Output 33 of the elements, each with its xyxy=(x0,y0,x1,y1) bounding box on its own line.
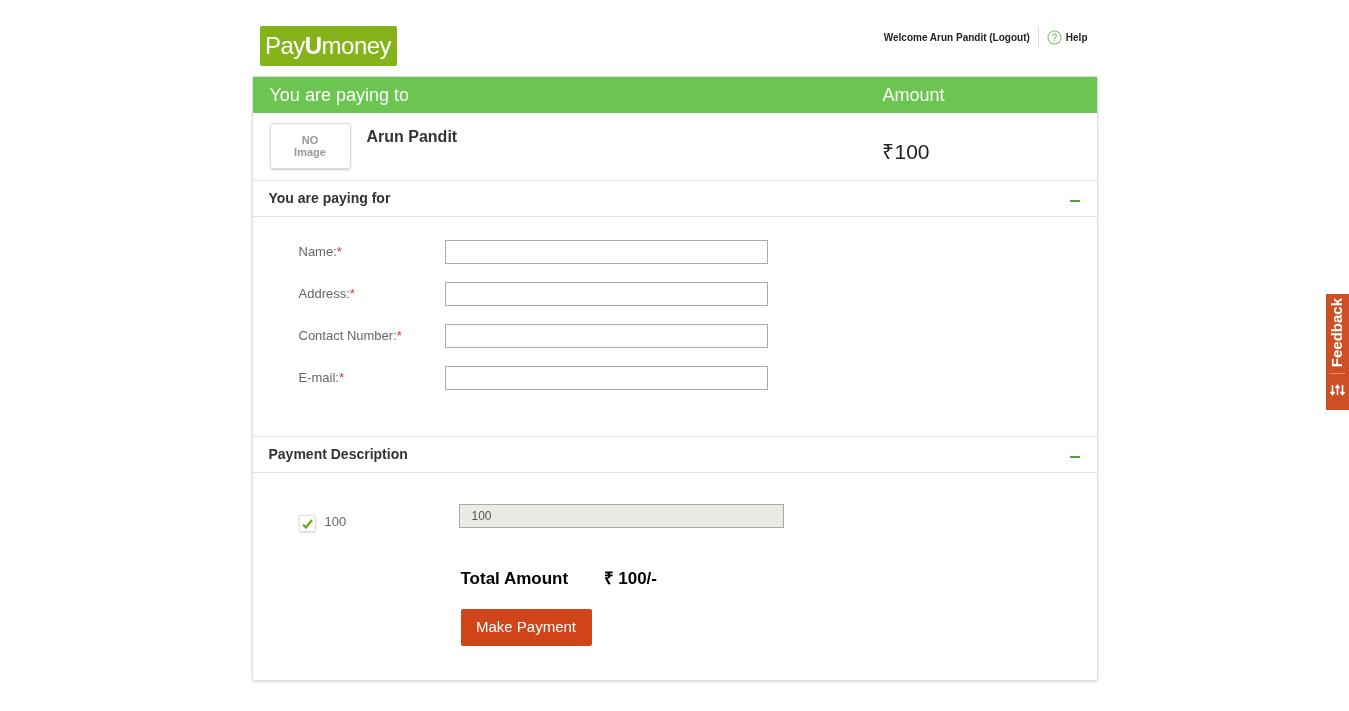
bar-title: Amount xyxy=(882,83,945,107)
checkbox[interactable] xyxy=(298,515,316,532)
logo: PayUmoney xyxy=(259,26,397,66)
field-label: Contact Number: xyxy=(298,327,397,346)
help-icon xyxy=(1046,29,1062,45)
payee-name: Arun Pandit xyxy=(366,127,458,147)
feedback-tab[interactable]: Feedback xyxy=(1326,294,1349,410)
collapse-toggle[interactable]: – xyxy=(1069,188,1081,209)
input-field[interactable] xyxy=(444,324,768,348)
amount-field: 100 xyxy=(458,504,784,528)
total-label: Total Amount xyxy=(460,568,570,590)
required-mark: * xyxy=(349,285,355,304)
item-label: 100 xyxy=(324,513,348,531)
section-title: You are paying for xyxy=(268,189,391,208)
required-mark: * xyxy=(336,243,342,262)
input-field[interactable] xyxy=(444,366,768,390)
required-mark: * xyxy=(338,369,344,388)
field-label: E-mail: xyxy=(298,369,339,388)
required-mark: * xyxy=(396,327,402,346)
input-field[interactable] xyxy=(444,282,768,306)
bar-title: You are paying to xyxy=(269,83,409,107)
field-label: Address: xyxy=(298,285,350,304)
section-title: Payment Description xyxy=(268,445,408,464)
field-label: Name: xyxy=(298,243,337,262)
input-field[interactable] xyxy=(444,240,768,264)
help-link[interactable]: Help xyxy=(1046,29,1088,45)
amount: ₹100 xyxy=(882,139,930,165)
feedback-label: Feedback xyxy=(1327,297,1347,370)
welcome-logout-link[interactable]: Welcome Arun Pandit (Logout) xyxy=(883,29,1030,45)
placeholder-text: NO Image xyxy=(293,134,327,158)
collapse-toggle[interactable]: – xyxy=(1069,444,1081,465)
make-payment-button[interactable]: Make Payment xyxy=(460,608,592,646)
total-value: ₹ 100/- xyxy=(603,568,657,590)
